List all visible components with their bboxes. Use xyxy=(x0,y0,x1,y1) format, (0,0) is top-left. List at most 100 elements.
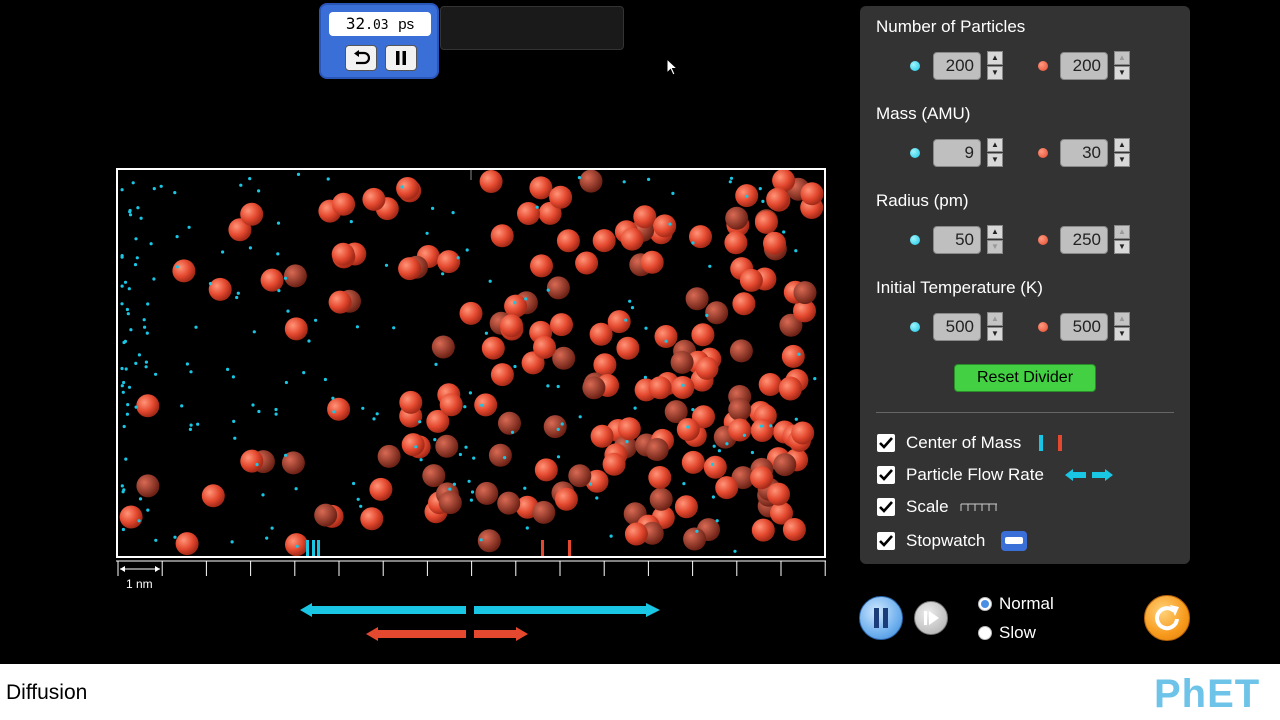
blue-particle xyxy=(122,424,126,429)
blue-particle xyxy=(624,318,628,322)
blue-particle-count-field[interactable]: 200 xyxy=(933,52,981,80)
blue-temperature-field[interactable]: 500 xyxy=(933,313,981,341)
blue-particle xyxy=(189,423,193,427)
red-particle xyxy=(781,344,805,368)
blue-particle xyxy=(121,527,125,532)
speed-slow-radio[interactable] xyxy=(978,626,992,640)
blue-count-decrement-button[interactable]: ▼ xyxy=(987,66,1003,80)
blue-particle xyxy=(628,299,632,303)
blue-mass-increment-button[interactable]: ▲ xyxy=(987,138,1003,152)
blue-particle xyxy=(128,208,132,213)
center-of-mass-checkbox[interactable] xyxy=(876,433,896,453)
blue-particle xyxy=(126,403,130,407)
speed-normal-radio[interactable] xyxy=(978,597,992,611)
blue-particle xyxy=(577,176,581,180)
blue-particle xyxy=(232,419,236,423)
stopwatch-checkbox[interactable] xyxy=(876,531,896,551)
blue-mass-field[interactable]: 9 xyxy=(933,139,981,167)
blue-particle xyxy=(255,462,259,467)
stopwatch-icon xyxy=(1001,531,1027,551)
red-particle xyxy=(136,394,160,418)
blue-particle xyxy=(122,340,126,345)
blue-radius-increment-button[interactable]: ▲ xyxy=(987,225,1003,239)
stopwatch-reset-button[interactable] xyxy=(345,45,377,71)
blue-particle xyxy=(159,184,163,188)
particle-flow-rate-checkbox[interactable] xyxy=(876,465,896,485)
blue-flow-arrow-left xyxy=(300,603,466,617)
blue-temperature-decrement-button[interactable]: ▼ xyxy=(987,327,1003,341)
red-radius-increment-button[interactable]: ▲ xyxy=(1114,225,1130,239)
phet-logo[interactable]: PhET xyxy=(1154,672,1260,717)
blue-particle xyxy=(283,276,288,280)
red-count-increment-button[interactable]: ▲ xyxy=(1114,51,1130,65)
red-mass-field[interactable]: 30 xyxy=(1060,139,1108,167)
play-pause-button[interactable] xyxy=(859,596,903,640)
blue-particle xyxy=(510,430,515,434)
reset-all-button[interactable] xyxy=(1144,595,1190,641)
blue-particle xyxy=(469,498,473,502)
blue-particle xyxy=(284,380,288,385)
stopwatch-pause-button[interactable] xyxy=(385,45,417,71)
red-particle-icon xyxy=(1038,322,1048,332)
blue-particle xyxy=(294,487,298,491)
red-flow-arrow-left xyxy=(366,627,466,641)
blue-radius-decrement-button[interactable]: ▼ xyxy=(987,240,1003,254)
blue-particle xyxy=(128,213,133,217)
red-particle xyxy=(362,187,386,211)
reset-divider-button[interactable]: Reset Divider xyxy=(954,364,1096,392)
blue-particle xyxy=(750,450,755,455)
blue-particle xyxy=(682,482,686,486)
pause-icon xyxy=(396,51,406,65)
red-count-decrement-button[interactable]: ▼ xyxy=(1114,66,1130,80)
red-particle xyxy=(640,250,664,274)
blue-particle xyxy=(467,479,471,483)
blue-count-increment-button[interactable]: ▲ xyxy=(987,51,1003,65)
red-particle xyxy=(778,377,802,401)
blue-particle xyxy=(134,405,138,409)
red-particle xyxy=(377,444,401,468)
red-particle xyxy=(332,192,356,216)
red-particle xyxy=(201,484,225,508)
red-particle xyxy=(676,418,700,441)
red-particle xyxy=(568,464,592,488)
blue-particle xyxy=(144,360,148,364)
red-particle xyxy=(398,257,422,281)
red-radius-field[interactable]: 250 xyxy=(1060,226,1108,254)
red-temperature-field[interactable]: 500 xyxy=(1060,313,1108,341)
red-particle xyxy=(240,202,264,226)
blue-particle xyxy=(123,280,128,284)
blue-temperature-increment-button[interactable]: ▲ xyxy=(987,312,1003,326)
blue-mass-decrement-button[interactable]: ▼ xyxy=(987,153,1003,167)
red-particle xyxy=(396,177,420,200)
red-mass-increment-button[interactable]: ▲ xyxy=(1114,138,1130,152)
step-forward-button[interactable] xyxy=(914,601,948,635)
red-particle xyxy=(575,251,599,275)
speed-normal-label: Normal xyxy=(999,594,1054,613)
blue-particle xyxy=(458,452,462,457)
blue-particle xyxy=(124,367,128,371)
red-particle xyxy=(729,339,753,363)
red-temperature-decrement-button[interactable]: ▼ xyxy=(1114,327,1130,341)
red-mass-decrement-button[interactable]: ▼ xyxy=(1114,153,1130,167)
red-particle xyxy=(517,202,540,225)
red-particle xyxy=(175,532,199,556)
red-particle xyxy=(435,434,459,458)
red-particle-count-field[interactable]: 200 xyxy=(1060,52,1108,80)
red-particle xyxy=(533,335,556,359)
red-particle xyxy=(582,376,606,400)
blue-particle xyxy=(556,427,560,431)
red-radius-decrement-button[interactable]: ▼ xyxy=(1114,240,1130,254)
blue-particle xyxy=(295,544,299,548)
red-particle xyxy=(550,313,573,337)
speed-slow-label: Slow xyxy=(999,623,1036,642)
red-temperature-increment-button[interactable]: ▲ xyxy=(1114,312,1130,326)
blue-particle xyxy=(146,302,150,306)
blue-particle xyxy=(131,181,135,185)
blue-particle xyxy=(452,482,456,486)
red-particle xyxy=(481,336,505,360)
blue-particle xyxy=(270,526,274,530)
scale-checkbox[interactable] xyxy=(876,497,896,517)
blue-radius-field[interactable]: 50 xyxy=(933,226,981,254)
stopwatch[interactable]: 32.03 ps xyxy=(319,3,439,79)
blue-particle xyxy=(196,422,200,426)
